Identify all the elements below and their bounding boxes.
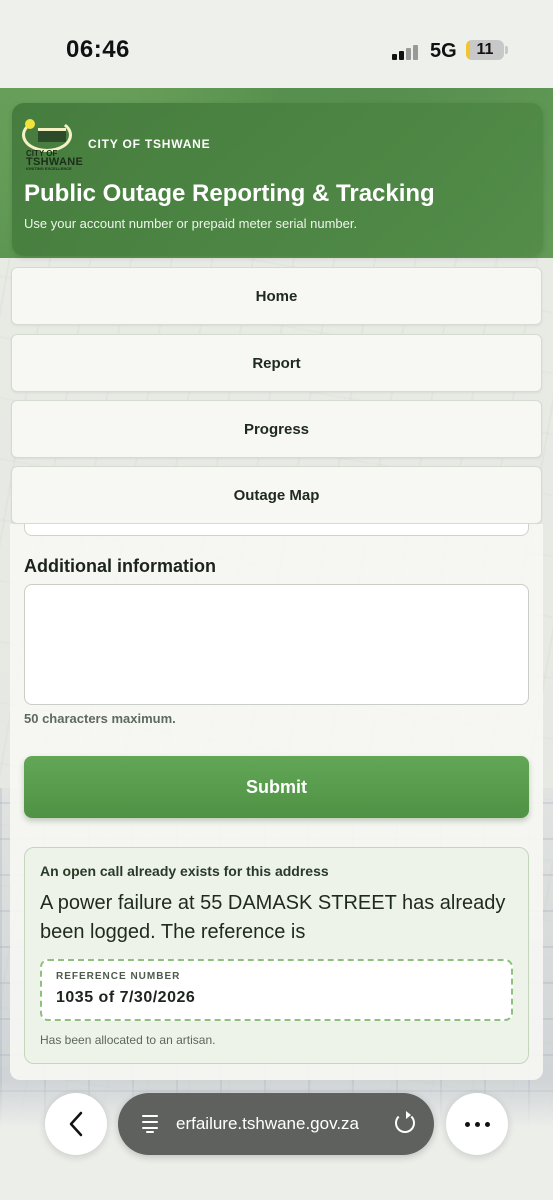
alert-message: A power failure at 55 DAMASK STREET has … [40,892,506,943]
url-text[interactable]: erfailure.tshwane.gov.za [176,1114,381,1134]
nav-report-button[interactable]: Report [11,334,542,392]
battery-icon: 11 [466,40,504,60]
battery-tip [505,46,508,54]
org-name: CITY OF TSHWANE [88,137,211,151]
network-type: 5G [430,40,457,62]
back-arrow-icon [69,1111,83,1137]
nav-progress-button[interactable]: Progress [11,400,542,458]
additional-info-textarea[interactable] [24,584,529,705]
signal-icon [392,44,422,60]
previous-field[interactable] [24,524,529,536]
additional-info-label: Additional information [24,556,216,576]
reference-value: 1035 of 7/30/2026 [56,989,196,1006]
reference-label: REFERENCE NUMBER [56,971,181,982]
more-dots-icon [464,1121,490,1127]
char-limit-hint: 50 characters maximum. [24,711,176,726]
page-subtitle: Use your account number or prepaid meter… [24,216,358,231]
status-time: 06:46 [66,36,130,63]
battery-percent: 11 [476,41,494,58]
nav-outage-map-button[interactable]: Outage Map [11,466,542,524]
reload-icon[interactable] [395,1111,415,1133]
page-title: Public Outage Reporting & Tracking [24,180,435,207]
logo-wordmark: CITY OF TSHWANE IGNITING EXCELLENCE [26,149,84,172]
existing-call-alert [24,847,529,1064]
back-button[interactable] [45,1093,107,1155]
more-button[interactable] [446,1093,508,1155]
alert-footer: Has been allocated to an artisan. [40,1033,216,1047]
nav-home-button[interactable]: Home [11,267,542,325]
submit-button[interactable]: Submit [24,756,529,818]
alert-title: An open call already exists for this add… [40,863,329,879]
page-icon[interactable] [140,1112,160,1134]
